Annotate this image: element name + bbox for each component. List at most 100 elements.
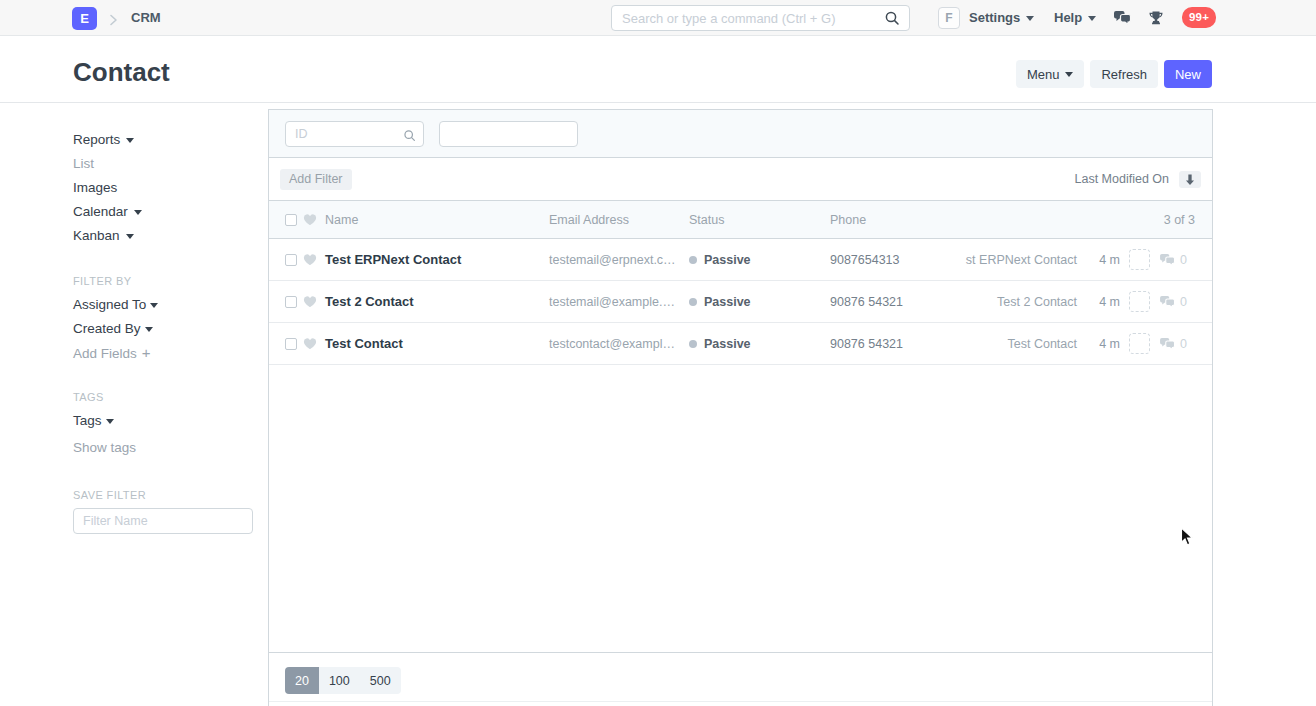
assignee-placeholder[interactable] xyxy=(1129,333,1150,354)
assignee-placeholder[interactable] xyxy=(1129,249,1150,270)
assigned-to-text: Test 2 Contact xyxy=(940,295,1077,309)
page-size-100[interactable]: 100 xyxy=(319,667,360,694)
list-filter-row xyxy=(269,110,1212,158)
status-label: Passive xyxy=(704,337,751,351)
filter-by-heading: FILTER BY xyxy=(73,269,253,293)
list-row[interactable]: Test Contact testcontact@exampl… Passive… xyxy=(269,323,1212,365)
images-label: Images xyxy=(73,180,117,195)
modified-time: 4 m xyxy=(1080,295,1120,309)
list-label: List xyxy=(73,156,94,171)
contact-phone: 9087654313 xyxy=(830,253,940,267)
status-dot xyxy=(689,340,697,348)
breadcrumb-chevron-icon xyxy=(109,12,118,30)
assignee-placeholder[interactable] xyxy=(1129,291,1150,312)
page-size-500[interactable]: 500 xyxy=(360,667,401,694)
page-head: Contact Menu Refresh New xyxy=(0,37,1316,103)
result-empty-space xyxy=(269,365,1212,653)
assigned-to-label: Assigned To xyxy=(73,297,146,312)
page-size-group: 20 100 500 xyxy=(285,667,401,694)
add-filter-button[interactable]: Add Filter xyxy=(280,169,352,190)
reports-label: Reports xyxy=(73,132,120,147)
chevron-down-icon xyxy=(134,210,142,215)
contact-email: testemail@erpnext.c… xyxy=(549,253,689,267)
search-icon[interactable] xyxy=(884,10,900,30)
comment-count: 0 xyxy=(1159,295,1192,309)
sidebar-item-tags[interactable]: Tags xyxy=(73,409,253,433)
tags-heading: TAGS xyxy=(73,385,253,409)
navbar: E CRM F Settings Help 99+ xyxy=(0,0,1316,36)
notification-badge[interactable]: 99+ xyxy=(1182,7,1216,28)
heart-icon[interactable] xyxy=(303,295,317,308)
contact-phone: 90876 54321 xyxy=(830,295,940,309)
heart-icon[interactable] xyxy=(303,213,317,226)
menu-label: Menu xyxy=(1027,67,1060,82)
chevron-down-icon xyxy=(106,419,114,424)
refresh-label: Refresh xyxy=(1101,67,1147,82)
save-filter-heading: SAVE FILTER xyxy=(73,483,253,507)
comment-count-value: 0 xyxy=(1180,337,1187,351)
comment-icon xyxy=(1159,253,1176,267)
page-size-20[interactable]: 20 xyxy=(285,667,319,694)
plus-icon: + xyxy=(142,344,151,361)
settings-menu[interactable]: Settings xyxy=(969,0,1034,36)
chevron-down-icon xyxy=(1026,16,1034,21)
sort-direction-button[interactable] xyxy=(1179,171,1201,188)
user-avatar[interactable]: F xyxy=(938,7,960,29)
chevron-down-icon xyxy=(150,303,158,308)
sidebar-item-kanban[interactable]: Kanban xyxy=(73,224,253,248)
sidebar-item-list[interactable]: List xyxy=(73,152,253,176)
sidebar-item-images[interactable]: Images xyxy=(73,176,253,200)
row-checkbox[interactable] xyxy=(285,296,297,308)
sidebar-item-created-by[interactable]: Created By xyxy=(73,317,253,341)
sidebar-item-assigned-to[interactable]: Assigned To xyxy=(73,293,253,317)
status-label: Passive xyxy=(704,295,751,309)
created-by-label: Created By xyxy=(73,321,141,336)
column-header-email[interactable]: Email Address xyxy=(549,213,689,227)
show-tags-button[interactable]: Show tags xyxy=(73,436,253,460)
contact-name[interactable]: Test Contact xyxy=(325,336,549,351)
modified-time: 4 m xyxy=(1080,253,1120,267)
trophy-icon[interactable] xyxy=(1149,11,1163,29)
menu-button[interactable]: Menu xyxy=(1016,60,1085,88)
sidebar-item-reports[interactable]: Reports xyxy=(73,128,253,152)
row-checkbox[interactable] xyxy=(285,338,297,350)
erpnext-logo[interactable]: E xyxy=(72,7,97,30)
column-header-phone[interactable]: Phone xyxy=(830,213,940,227)
contact-name[interactable]: Test 2 Contact xyxy=(325,294,549,309)
calendar-label: Calendar xyxy=(73,204,128,219)
result-count: 3 of 3 xyxy=(940,213,1195,227)
show-tags-label: Show tags xyxy=(73,440,136,455)
row-checkbox[interactable] xyxy=(285,254,297,266)
chevron-down-icon xyxy=(145,327,153,332)
sidebar: Reports List Images Calendar Kanban FILT… xyxy=(73,103,253,534)
breadcrumb[interactable]: CRM xyxy=(131,0,161,36)
select-all-checkbox[interactable] xyxy=(285,214,297,226)
column-header-status[interactable]: Status xyxy=(689,213,830,227)
contact-email: testemail@example.… xyxy=(549,295,689,309)
heart-icon[interactable] xyxy=(303,337,317,350)
chat-icon[interactable] xyxy=(1113,10,1132,30)
new-label: New xyxy=(1175,67,1201,82)
settings-label: Settings xyxy=(969,10,1020,25)
secondary-filter-input[interactable] xyxy=(439,121,578,147)
add-fields-button[interactable]: Add Fields + xyxy=(73,341,253,365)
list-row[interactable]: Test 2 Contact testemail@example.… Passi… xyxy=(269,281,1212,323)
heart-icon[interactable] xyxy=(303,253,317,266)
search-icon xyxy=(403,128,416,146)
help-label: Help xyxy=(1054,10,1082,25)
contact-name[interactable]: Test ERPNext Contact xyxy=(325,252,549,267)
column-header-name[interactable]: Name xyxy=(325,213,549,227)
sort-field-label[interactable]: Last Modified On xyxy=(1075,172,1170,186)
help-menu[interactable]: Help xyxy=(1054,0,1096,36)
search-input[interactable] xyxy=(611,5,910,31)
status-dot xyxy=(689,298,697,306)
chevron-down-icon xyxy=(1065,72,1073,77)
refresh-button[interactable]: Refresh xyxy=(1090,60,1158,88)
sidebar-item-calendar[interactable]: Calendar xyxy=(73,200,253,224)
chevron-down-icon xyxy=(126,138,134,143)
list-row[interactable]: Test ERPNext Contact testemail@erpnext.c… xyxy=(269,239,1212,281)
add-fields-label: Add Fields xyxy=(73,346,137,361)
filter-name-input[interactable] xyxy=(73,508,253,534)
contact-phone: 90876 54321 xyxy=(830,337,940,351)
new-button[interactable]: New xyxy=(1164,60,1212,88)
